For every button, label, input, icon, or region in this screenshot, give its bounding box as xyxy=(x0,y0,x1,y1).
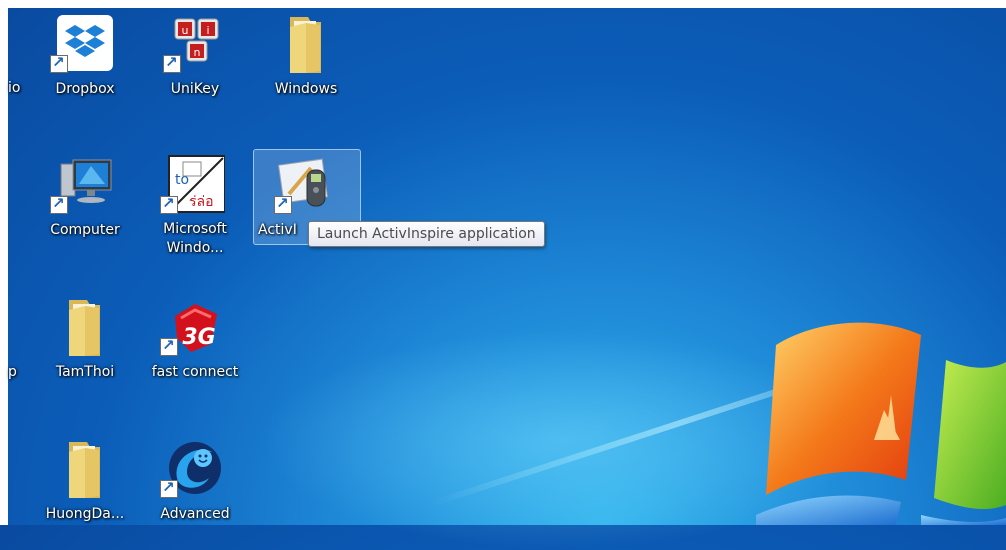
desktop-icon-label: Advanced xyxy=(160,506,230,522)
desktop-icon-label: Windows xyxy=(274,81,338,97)
desktop-icon-fast-connect[interactable]: 3G fast connect xyxy=(150,292,240,384)
desktop-icon-microsoft-windows-app[interactable]: to ร่ล่อ Microsoft Windo... xyxy=(150,150,240,262)
desktop-icon-label-cut[interactable]: p xyxy=(8,364,17,380)
desktop-icon-dropbox[interactable]: Dropbox xyxy=(40,9,130,101)
desktop-icon-windows-folder[interactable]: Windows xyxy=(261,9,351,101)
desktop-icon-label: UniKey xyxy=(170,81,220,97)
desktop-icon-unikey[interactable]: u i n UniKey xyxy=(150,9,240,101)
desktop-icon-label: ActivI xyxy=(258,222,297,238)
svg-text:3G: 3G xyxy=(182,325,215,350)
window-frame-left xyxy=(0,0,8,525)
windows-logo-wallpaper xyxy=(756,322,1006,525)
desktop-icon-label: fast connect xyxy=(151,364,239,380)
desktop-icon-tamthoi[interactable]: TamThoi xyxy=(40,292,130,384)
shortcut-arrow-icon xyxy=(274,194,292,214)
shortcut-arrow-icon xyxy=(160,478,178,498)
svg-text:ร่ล่อ: ร่ล่อ xyxy=(189,194,214,210)
shortcut-arrow-icon xyxy=(160,336,178,356)
desktop-icon-label: Dropbox xyxy=(55,81,115,97)
desktop-icon-label: TamThoi xyxy=(55,364,115,380)
desktop-icon-advanced[interactable]: Advanced xyxy=(150,434,240,525)
folder-icon xyxy=(290,17,321,73)
desktop-icon-label-cut[interactable]: io xyxy=(8,80,20,96)
desktop-icon-label: Computer xyxy=(50,222,120,238)
svg-text:n: n xyxy=(194,46,201,59)
svg-text:i: i xyxy=(206,24,209,37)
folder-icon xyxy=(69,300,100,356)
shortcut-arrow-icon xyxy=(163,53,181,73)
folder-icon xyxy=(69,442,100,498)
desktop-icon-label: Microsoft Windo... xyxy=(163,221,227,256)
window-frame-top xyxy=(0,0,1006,8)
shortcut-arrow-icon xyxy=(50,194,68,214)
desktop-icon-huongdan[interactable]: HuongDa... xyxy=(40,434,130,525)
desktop-icon-computer[interactable]: Computer xyxy=(40,150,130,242)
shortcut-arrow-icon xyxy=(160,194,178,214)
svg-text:u: u xyxy=(182,24,189,37)
svg-text:to: to xyxy=(175,172,189,188)
shortcut-arrow-icon xyxy=(50,53,68,73)
tooltip: Launch ActivInspire application xyxy=(308,221,545,247)
desktop-icon-label: HuongDa... xyxy=(45,506,125,522)
